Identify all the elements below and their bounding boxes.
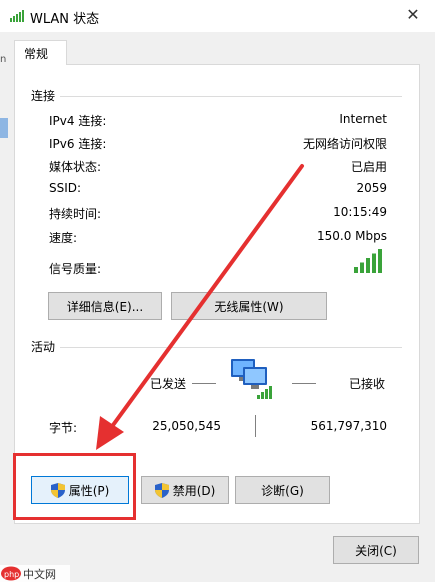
signal-bar xyxy=(372,253,376,273)
shield-icon xyxy=(154,482,169,498)
signal-bar xyxy=(366,258,370,273)
window-title: WLAN 状态 xyxy=(30,12,100,27)
signal-bar xyxy=(378,249,382,273)
received-label: 已接收 xyxy=(349,377,386,391)
ipv6-value: 无网络访问权限 xyxy=(302,137,387,151)
tab-general-label: 常规 xyxy=(24,47,49,61)
close-dialog-button-label: 关闭(C) xyxy=(355,543,397,558)
signal-bar xyxy=(354,267,358,273)
tab-general[interactable]: 常规 xyxy=(14,40,67,65)
speed-label: 速度: xyxy=(49,231,78,245)
ssid-label: SSID: xyxy=(49,181,82,195)
diagnose-button[interactable]: 诊断(G) xyxy=(235,476,330,504)
diagnose-button-label: 诊断(G) xyxy=(261,483,304,498)
ipv6-label: IPv6 连接: xyxy=(49,137,107,151)
ipv4-value: Internet xyxy=(339,112,387,126)
disable-button[interactable]: 禁用(D) xyxy=(141,476,229,504)
svg-text:中文网: 中文网 xyxy=(23,567,56,581)
bytes-received-value: 561,797,310 xyxy=(310,419,387,433)
activity-heading: 活动 xyxy=(31,340,56,354)
svg-text:php: php xyxy=(4,570,19,579)
ipv4-label: IPv4 连接: xyxy=(49,114,107,128)
annotation-arrow xyxy=(96,164,304,450)
background-window-fragment-icon xyxy=(0,118,8,138)
signal-bar xyxy=(360,262,364,273)
close-window-button[interactable]: ✕ xyxy=(398,2,428,28)
close-dialog-button[interactable]: 关闭(C) xyxy=(333,536,419,564)
connection-divider xyxy=(60,96,402,97)
title-bar: WLAN 状态 ✕ xyxy=(0,0,435,32)
bytes-label: 字节: xyxy=(49,421,78,435)
watermark-logo: php 中文网 xyxy=(0,565,70,582)
signal-strength-icon xyxy=(354,249,382,273)
connection-heading: 连接 xyxy=(31,89,56,103)
php-logo-icon: php 中文网 xyxy=(1,566,56,581)
wifi-signal-icon xyxy=(10,10,24,22)
annotation-highlight-box xyxy=(13,453,136,520)
disable-button-label: 禁用(D) xyxy=(172,483,216,498)
background-window-fragment: n xyxy=(0,54,7,65)
